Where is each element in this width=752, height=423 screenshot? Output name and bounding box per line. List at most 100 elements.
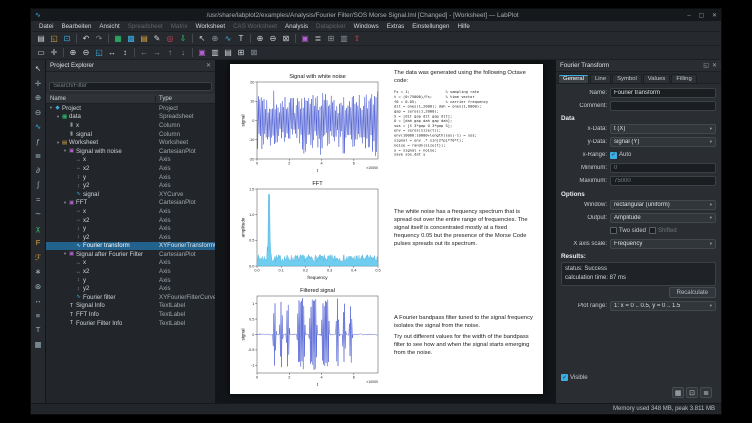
name-input[interactable] xyxy=(610,88,716,98)
layout-icon[interactable]: ▥ xyxy=(338,33,350,45)
menu-datapicker[interactable]: Datapicker xyxy=(312,23,350,30)
new-spreadsheet-icon[interactable]: ▦ xyxy=(112,33,124,45)
add-axis-icon[interactable]: ↔ xyxy=(32,295,44,306)
convolution-icon[interactable]: ∗ xyxy=(32,266,44,277)
tree-item-signal[interactable]: ∿signalXYCurve xyxy=(46,190,215,199)
tab-filling[interactable]: Filling xyxy=(671,74,696,83)
add-equation-curve-icon[interactable]: ƒ xyxy=(32,136,44,147)
tree-item-x2[interactable]: ↔x2Axis xyxy=(46,216,215,225)
open-project-icon[interactable]: ◱ xyxy=(48,33,60,45)
two-sided-checkbox[interactable]: Two sided xyxy=(610,227,646,234)
smoothing-icon[interactable]: ∼ xyxy=(32,208,44,219)
correlation-icon[interactable]: ⊛ xyxy=(32,281,44,292)
add-plot-icon[interactable]: ▣ xyxy=(196,47,208,59)
zoom-in-tool-icon[interactable]: ⊕ xyxy=(32,92,44,103)
tree-item-worksheet[interactable]: ▾▤WorksheetWorksheet xyxy=(46,138,215,147)
new-matrix-icon[interactable]: ▩ xyxy=(125,33,137,45)
add-text-tool-icon[interactable]: T xyxy=(32,324,44,335)
tree-item-fourier-filter[interactable]: ∿Fourier filterXYFourierFilterCurve xyxy=(46,293,215,302)
tab-values[interactable]: Values xyxy=(643,74,671,83)
load-template-icon[interactable]: ▦ xyxy=(672,387,684,398)
tree-item-y2[interactable]: ↕y2Axis xyxy=(46,181,215,190)
add-image-icon[interactable]: ▦ xyxy=(32,339,44,350)
shifted-checkbox[interactable]: Shifted xyxy=(649,227,677,234)
integration-icon[interactable]: ∫ xyxy=(32,179,44,190)
tree-item-signal-after-fourier-filter[interactable]: ▾▣Signal after Fourier FilterCartesianPl… xyxy=(46,250,215,259)
shift-right-icon[interactable]: → xyxy=(151,47,163,59)
fourier-filter-icon[interactable]: F xyxy=(32,237,44,248)
tree-item-x[interactable]: ↔xAxis xyxy=(46,259,215,268)
output-combo[interactable]: Amplitude ▾ xyxy=(610,213,716,223)
break-layout-icon[interactable]: ⊠ xyxy=(248,47,260,59)
close-button[interactable]: ✕ xyxy=(712,13,717,19)
new-datapicker-icon[interactable]: ◎ xyxy=(164,33,176,45)
tree-item-fourier-filter-info[interactable]: TFourier Filter InfoTextLabel xyxy=(46,319,215,328)
add-legend-icon[interactable]: ≣ xyxy=(312,33,324,45)
options-menu-icon[interactable]: ≣ xyxy=(700,387,712,398)
search-input[interactable] xyxy=(49,82,212,91)
new-note-icon[interactable]: ✎ xyxy=(151,33,163,45)
zoom-out-tool-icon[interactable]: ⊖ xyxy=(32,107,44,118)
tree-item-fourier-transform[interactable]: ∿Fourier transformXYFourierTransformCur.… xyxy=(46,242,215,251)
zoom-in-icon[interactable]: ⊕ xyxy=(254,33,266,45)
dock-close-icon[interactable]: ✕ xyxy=(712,62,717,69)
xdata-combo[interactable]: t (X) ▾ xyxy=(610,124,716,134)
tree-item-x2[interactable]: ↔x2Axis xyxy=(46,267,215,276)
zoom-fit-icon[interactable]: ⊠ xyxy=(280,33,292,45)
menu-extras[interactable]: Extras xyxy=(383,23,409,30)
tree-item-signal[interactable]: ▮signalColumn xyxy=(46,130,215,139)
plot-zoom-out-icon[interactable]: ⊖ xyxy=(80,47,92,59)
shift-left-icon[interactable]: ← xyxy=(138,47,150,59)
menu-cas-worksheet[interactable]: CAS Worksheet xyxy=(229,23,281,30)
shift-up-icon[interactable]: ↑ xyxy=(164,47,176,59)
new-worksheet-icon[interactable]: ▤ xyxy=(138,33,150,45)
dock-float-icon[interactable]: ◱ xyxy=(703,62,709,69)
save-icon[interactable]: ⊡ xyxy=(61,33,73,45)
comment-input[interactable] xyxy=(610,101,716,111)
tree-item-x[interactable]: ↔xAxis xyxy=(46,156,215,165)
column-header-type[interactable]: Type xyxy=(156,96,215,102)
grid-layout-icon[interactable]: ⊞ xyxy=(235,47,247,59)
auto-checkbox[interactable]: ✓ Auto xyxy=(610,152,631,159)
new-project-icon[interactable]: ▤ xyxy=(35,33,47,45)
vertical-layout-icon[interactable]: ▥ xyxy=(209,47,221,59)
tree-item-fft[interactable]: ▾▣FFTCartesianPlot xyxy=(46,199,215,208)
tree-item-y[interactable]: ↕yAxis xyxy=(46,224,215,233)
menu-hilfe[interactable]: Hilfe xyxy=(453,23,473,30)
plot-zoom-in-icon[interactable]: ⊕ xyxy=(67,47,79,59)
auto-scale-y-icon[interactable]: ↕ xyxy=(119,47,131,59)
menu-einstellungen[interactable]: Einstellungen xyxy=(408,23,453,30)
add-cartesian-plot-icon[interactable]: ▣ xyxy=(299,33,311,45)
undo-icon[interactable]: ↶ xyxy=(80,33,92,45)
tree-item-x[interactable]: ↔xAxis xyxy=(46,207,215,216)
column-header-name[interactable]: Name xyxy=(46,96,156,102)
menu-worksheet[interactable]: Worksheet xyxy=(192,23,229,30)
tree-item-x2[interactable]: ↔x2Axis xyxy=(46,164,215,173)
cursor-tool-icon[interactable]: ↖ xyxy=(32,63,44,74)
tab-general[interactable]: General xyxy=(558,74,589,83)
data-reduction-icon[interactable]: ≣ xyxy=(32,150,44,161)
xscale-combo[interactable]: Frequency ▾ xyxy=(610,239,716,249)
import-icon[interactable]: ⇩ xyxy=(177,33,189,45)
shift-down-icon[interactable]: ↓ xyxy=(177,47,189,59)
add-text-icon[interactable]: T xyxy=(235,33,247,45)
menu-analysis[interactable]: Analysis xyxy=(281,23,312,30)
tree-item-data[interactable]: ▾▦dataSpreadsheet xyxy=(46,113,215,122)
interpolation-icon[interactable]: ≈ xyxy=(32,194,44,205)
add-curve-icon[interactable]: ∿ xyxy=(222,33,234,45)
grid-icon[interactable]: ⊞ xyxy=(325,33,337,45)
export-icon[interactable]: ⇧ xyxy=(351,33,363,45)
menu-windows[interactable]: Windows xyxy=(350,23,383,30)
add-legend-tool-icon[interactable]: ≡ xyxy=(32,310,44,321)
menu-spreadsheet[interactable]: Spreadsheet xyxy=(124,23,167,30)
minimize-button[interactable]: – xyxy=(687,13,690,19)
window-combo[interactable]: rectangular (uniform) ▾ xyxy=(610,200,716,210)
tab-symbol[interactable]: Symbol xyxy=(612,74,642,83)
add-curve-tool-icon[interactable]: ∿ xyxy=(32,121,44,132)
differentiation-icon[interactable]: ∂ xyxy=(32,165,44,176)
maximize-button[interactable]: ▢ xyxy=(699,13,705,19)
menu-bearbeiten[interactable]: Bearbeiten xyxy=(57,23,95,30)
recalculate-button[interactable]: Recalculate xyxy=(669,287,716,298)
plot-signal-with-noise[interactable]: Signal with white noise0246-20-1001020ts… xyxy=(240,70,382,174)
worksheet-view[interactable]: Signal with white noise0246-20-1001020ts… xyxy=(216,60,555,403)
